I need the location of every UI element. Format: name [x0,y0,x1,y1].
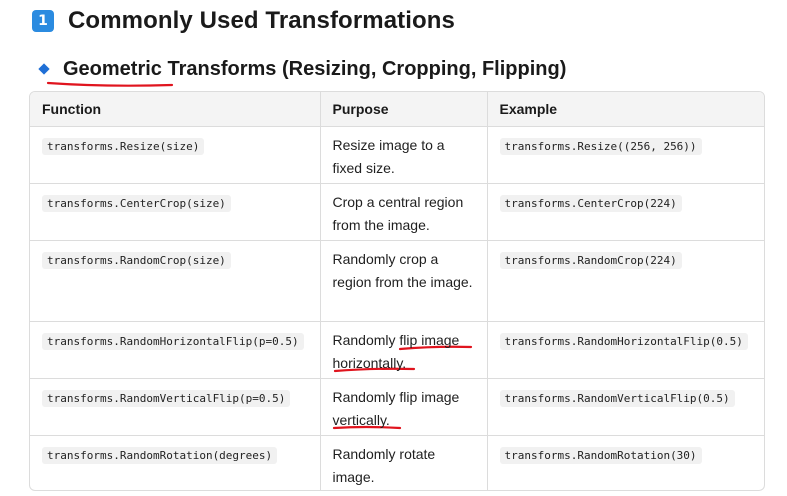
table-row: transforms.RandomHorizontalFlip(p=0.5) R… [30,321,764,379]
function-code: transforms.RandomVerticalFlip(p=0.5) [42,389,291,407]
table-row: transforms.Resize(size) Resize image to … [30,126,764,184]
table-row: transforms.CenterCrop(size) Crop a centr… [30,183,764,241]
function-code: transforms.RandomHorizontalFlip(p=0.5) [42,332,304,350]
example-code: transforms.Resize((256, 256)) [499,137,702,155]
function-code: transforms.CenterCrop(size) [42,194,231,212]
transforms-table: Function Purpose Example transforms.Resi… [29,91,765,491]
example-code: transforms.RandomCrop(224) [499,251,682,269]
purpose-cell: Randomly crop a region from the image. [320,240,488,322]
number-badge: 1 [32,10,54,32]
annotation-underline-geometric [46,81,174,87]
column-header-function: Function [30,92,321,127]
table-row: transforms.RandomCrop(size) Randomly cro… [30,240,764,322]
diamond-icon [38,63,50,75]
table-header-row: Function Purpose Example [30,92,764,127]
table-row: transforms.RandomRotation(degrees) Rando… [30,435,764,490]
example-code: transforms.CenterCrop(224) [499,194,682,212]
function-code: transforms.RandomRotation(degrees) [42,446,278,464]
purpose-cell: Crop a central region from the image. [320,183,488,241]
purpose-cell: Randomly rotate image. [320,435,488,490]
function-code: transforms.RandomCrop(size) [42,251,231,269]
purpose-cell: Resize image to a fixed size. [320,126,488,184]
column-header-example: Example [487,92,764,127]
example-code: transforms.RandomRotation(30) [499,446,702,464]
table-row: transforms.RandomVerticalFlip(p=0.5) Ran… [30,378,764,436]
column-header-purpose: Purpose [320,92,488,127]
page-title: Commonly Used Transformations [68,7,455,34]
example-code: transforms.RandomVerticalFlip(0.5) [499,389,735,407]
function-code: transforms.Resize(size) [42,137,205,155]
purpose-cell: Randomly flip image horizontally. [320,321,488,379]
section-heading: 1 Commonly Used Transformations [32,6,455,36]
example-code: transforms.RandomHorizontalFlip(0.5) [499,332,748,350]
purpose-cell: Randomly flip image vertically. [320,378,488,436]
